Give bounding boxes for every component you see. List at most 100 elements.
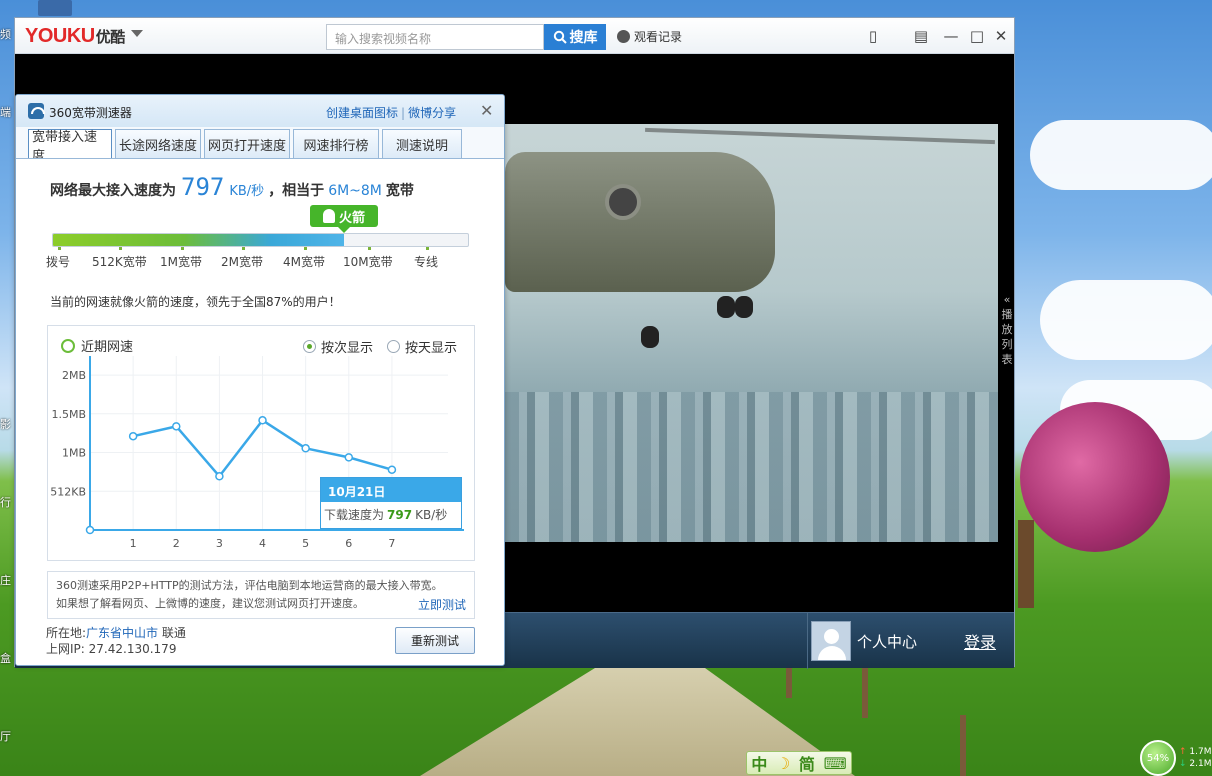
ime-toolbar[interactable]: 中 ☽ 简 ⌨ [746, 751, 852, 775]
search-button[interactable]: 搜库 [544, 24, 606, 50]
x-tick-label: 2 [173, 537, 180, 550]
axis-origin [85, 525, 95, 535]
moon-icon[interactable]: ☽ [776, 754, 790, 773]
scale-label: 专线 [414, 247, 439, 269]
city-skyline [505, 392, 998, 542]
desktop-icon[interactable] [38, 0, 72, 16]
chevron-down-icon[interactable] [131, 30, 143, 37]
user-center[interactable]: 个人中心 [807, 613, 917, 669]
data-point [128, 431, 138, 441]
location-label: 所在地: [46, 626, 87, 640]
x-tick-label: 4 [259, 537, 266, 550]
method-note: 360测速采用P2P+HTTP的测试方法，评估电脑到本地运营商的最大接入带宽。 … [47, 571, 475, 619]
data-point [258, 416, 267, 425]
level-badge-label: 火箭 [338, 210, 365, 226]
fence-post [786, 668, 792, 698]
x-tick-label: 1 [130, 537, 137, 550]
data-point [344, 453, 354, 462]
fence-post [862, 668, 868, 718]
y-tick-label: 1.5MB [51, 408, 86, 421]
search-input[interactable]: 输入搜索视频名称 [326, 24, 544, 50]
speed-headline: 网络最大接入速度为 797 KB/秒 ，相当于 6M~8M 宽带 [50, 173, 414, 201]
keyboard-icon[interactable]: ⌨ [824, 754, 847, 773]
desktop-label[interactable]: 庄 [0, 572, 11, 588]
search-icon [553, 30, 567, 44]
speedtest-tabs: 宽带接入速度 长途网络速度 网页打开速度 网速排行榜 测速说明 [28, 129, 462, 164]
tooltip-value: 797 [387, 508, 413, 522]
helicopter-wheel [641, 326, 659, 348]
desktop-label[interactable]: 盒 [0, 650, 11, 666]
arrow-up-icon: ↑ [1179, 747, 1187, 757]
mobile-icon[interactable]: ▯ [863, 26, 883, 46]
login-link[interactable]: 登录 [964, 629, 996, 653]
speed-scale: 拨号 512K宽带 1M宽带 2M宽带 4M宽带 10M宽带 专线 [46, 247, 486, 273]
speed-level-bar [52, 233, 469, 247]
youku-titlebar: YOUKU优酷 输入搜索视频名称 搜库 观看记录 ▯ ▤ — □ ✕ [15, 18, 1014, 54]
maximize-icon[interactable]: □ [967, 26, 987, 46]
tab-ranking[interactable]: 网速排行榜 [293, 129, 379, 159]
message-icon[interactable]: ▤ [911, 26, 931, 46]
location-info: 所在地:广东省中山市 联通 上网IP: 27.42.130.179 [46, 625, 186, 657]
headline-mid: ，相当于 [268, 183, 325, 199]
rocket-icon [322, 209, 335, 223]
scale-label: 1M宽带 [160, 247, 202, 269]
tab-access-speed[interactable]: 宽带接入速度 [28, 129, 112, 164]
band-equivalent: 6M~8M [328, 183, 382, 199]
youku-logo-cn: 优酷 [95, 29, 126, 46]
ip-value: 27.42.130.179 [88, 642, 177, 656]
speed-value: 797 [181, 173, 225, 201]
speed-level-fill [53, 234, 344, 246]
network-monitor[interactable]: 54% ↑ 1.7M ↓ 2.1M [1140, 740, 1212, 776]
helicopter-engine [605, 184, 641, 220]
helicopter-wheel [735, 296, 753, 318]
close-icon[interactable]: ✕ [480, 101, 493, 120]
scale-label: 2M宽带 [221, 247, 263, 269]
avatar[interactable] [811, 621, 851, 661]
create-desktop-icon-link[interactable]: 创建桌面图标 [326, 106, 398, 120]
video-frame[interactable] [505, 124, 998, 542]
x-tick-label: 7 [388, 537, 395, 550]
tooltip-date: 10月21日 [321, 478, 461, 502]
y-tick-label: 2MB [62, 369, 86, 382]
network-percent[interactable]: 54% [1140, 740, 1176, 776]
weibo-share-link[interactable]: 微博分享 [408, 106, 456, 120]
scale-label: 512K宽带 [92, 247, 147, 269]
retest-button[interactable]: 重新测试 [395, 627, 475, 654]
history-button[interactable]: 观看记录 [617, 28, 682, 45]
ip-label: 上网IP: [46, 642, 85, 656]
desktop-label[interactable]: 厅 [0, 728, 11, 744]
desktop-label[interactable]: 端 [0, 104, 11, 120]
close-icon[interactable]: ✕ [991, 26, 1011, 46]
x-tick-label: 5 [302, 537, 309, 550]
location-city[interactable]: 广东省中山市 [86, 626, 158, 640]
playlist-tab[interactable]: « 播 放 列 表 [1000, 292, 1014, 367]
scale-label: 拨号 [46, 247, 71, 269]
x-tick-label: 6 [345, 537, 352, 550]
desktop-label[interactable]: 行 [0, 494, 11, 510]
test-now-link[interactable]: 立即测试 [418, 596, 466, 614]
ime-lang[interactable]: 中 [751, 751, 767, 775]
tooltip-body: 下载速度为 797 KB/秒 [321, 502, 461, 527]
tab-page-speed[interactable]: 网页打开速度 [204, 129, 290, 159]
ime-mode[interactable]: 简 [799, 751, 815, 775]
location-isp: 联通 [161, 626, 186, 640]
clock-icon [617, 30, 630, 43]
data-point [215, 472, 224, 481]
youku-logo-text: YOUKU [25, 25, 95, 47]
network-rates: ↑ 1.7M ↓ 2.1M [1179, 746, 1212, 770]
download-rate: 2.1M [1189, 759, 1212, 769]
tree-crown [1020, 402, 1170, 552]
tab-long-distance[interactable]: 长途网络速度 [115, 129, 201, 159]
speedtest-title: 360宽带测速器 [49, 106, 132, 120]
data-point [172, 422, 181, 431]
youku-logo[interactable]: YOUKU优酷 [25, 25, 125, 48]
helicopter [505, 152, 775, 292]
user-center-label[interactable]: 个人中心 [857, 631, 917, 652]
tab-help[interactable]: 测速说明 [382, 129, 462, 159]
y-tick-label: 1MB [62, 447, 86, 460]
chart-tooltip: 10月21日 下载速度为 797 KB/秒 [320, 477, 462, 529]
minimize-icon[interactable]: — [941, 26, 961, 46]
helicopter-rotor [645, 127, 995, 145]
desktop-label[interactable]: 影 [0, 416, 11, 432]
desktop-label[interactable]: 频 [0, 26, 11, 42]
